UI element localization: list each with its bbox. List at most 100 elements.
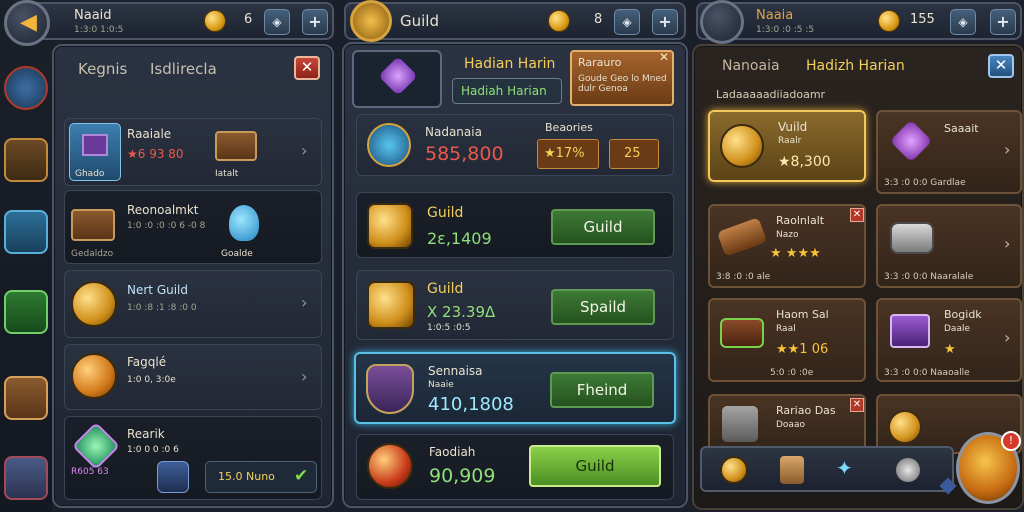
list-item[interactable]: Nert Guild 1:0 :8 :1 :8 :0 0 › xyxy=(64,270,322,338)
tab-isdlirecla[interactable]: Isdlirecla xyxy=(150,60,217,78)
player-avatar[interactable] xyxy=(700,0,744,44)
row-label: Beaories xyxy=(545,121,593,134)
bonus-badge: ★17% xyxy=(537,139,599,169)
reward-row[interactable]: Nadanaia 585,800 Beaories ★17% 25 xyxy=(356,114,674,176)
tile-subtitle: Raal xyxy=(776,324,796,334)
reward-tile[interactable]: ✕ Raolnlalt Nazo ★ ★★★ 3:8 :0 :0 ale xyxy=(708,204,866,288)
tile-subtitle: Nazo xyxy=(776,230,799,240)
reward-tile[interactable]: › 3:3 :0 0:0 Naaralale xyxy=(876,204,1022,288)
list-item[interactable]: Ghado Raaiale ★6 93 80 Iatalt › xyxy=(64,118,322,186)
spaild-button[interactable]: Spaild xyxy=(551,289,655,325)
gem-small-icon xyxy=(939,477,957,495)
chevron-right-icon[interactable]: › xyxy=(301,293,307,312)
chevron-right-icon[interactable]: › xyxy=(301,141,307,160)
banner-title: Rarauro xyxy=(578,56,622,69)
add-coins-button[interactable]: + xyxy=(302,9,328,35)
footer-value: 15.0 Nuno xyxy=(218,470,275,483)
row-value: 90,909 xyxy=(429,465,496,487)
wand-icon[interactable]: ✦ xyxy=(836,456,860,484)
gem-menu-button[interactable] xyxy=(4,210,48,254)
banner-close-button[interactable]: ✕ xyxy=(654,50,674,68)
purple-gem-icon xyxy=(889,119,933,163)
guild-emblem[interactable] xyxy=(350,0,392,42)
coin-icon xyxy=(204,10,226,32)
scroll-menu-button[interactable] xyxy=(4,376,48,420)
guild-crest-button[interactable] xyxy=(4,456,48,500)
coin-icon xyxy=(878,10,900,32)
left-topbar: ◀ Naaid 1:3:0 1:0:5 6 ◈ + xyxy=(4,0,334,46)
row-caption: 1:0:5 :0:5 xyxy=(427,323,471,333)
gem-shop-button[interactable]: ◈ xyxy=(264,9,290,35)
reward-row-selected[interactable]: Sennaisa Naaie 410,1808 Fheind xyxy=(354,352,676,424)
row-value: 585,800 xyxy=(425,143,504,165)
scroll-icon[interactable] xyxy=(780,456,804,484)
tile-stars: ★★1 06 xyxy=(776,342,829,357)
cannon-icon xyxy=(716,217,768,257)
item-title: Fagqlé xyxy=(127,355,167,369)
gem-box-icon[interactable] xyxy=(157,461,189,493)
add-coins-button[interactable]: + xyxy=(990,9,1016,35)
tile-subtitle: Doaao xyxy=(776,420,805,430)
reward-tile[interactable]: Saaait › 3:3 :0 0:0 Gardlae xyxy=(876,110,1022,194)
list-item[interactable]: Reonoalmkt 1:0 :0 :0 :0 6 -0 8 Gedaldzo … xyxy=(64,190,322,264)
tile-close-icon[interactable]: ✕ xyxy=(850,208,864,222)
close-button[interactable]: ✕ xyxy=(988,54,1014,78)
header-title: Hadian Harin xyxy=(464,56,556,72)
reward-row[interactable]: Guild 2ε,1409 Guild xyxy=(356,192,674,258)
item-caption-2: Iatalt xyxy=(215,169,239,179)
chest-menu-button[interactable] xyxy=(4,138,48,182)
shield-cross-icon xyxy=(367,123,411,167)
item-title: Raaiale xyxy=(127,127,172,141)
claim-guild-button[interactable]: Guild xyxy=(529,445,661,487)
wand-icon xyxy=(378,56,418,96)
tab-hadizh-harian[interactable]: Hadizh Harian xyxy=(806,58,905,74)
bottom-item-bar: ✦ xyxy=(700,446,957,495)
silver-coin-icon[interactable] xyxy=(896,458,920,482)
shield-button[interactable] xyxy=(4,66,48,110)
add-coins-button[interactable]: + xyxy=(652,9,678,35)
guild-medal-icon xyxy=(71,281,117,327)
potion-icon xyxy=(229,205,259,241)
main-action-button[interactable]: ! xyxy=(956,431,1021,504)
guild-button[interactable]: Guild xyxy=(551,209,655,245)
page-title: Guild xyxy=(400,12,439,30)
reward-row[interactable]: Guild X 23.39Δ 1:0:5 :0:5 Spaild xyxy=(356,270,674,340)
emerald-menu-button[interactable] xyxy=(4,290,48,334)
gem-shop-button[interactable]: ◈ xyxy=(614,9,640,35)
gem-shop-button[interactable]: ◈ xyxy=(950,9,976,35)
row-subtitle: Naaie xyxy=(428,380,454,390)
check-icon: ✔ xyxy=(294,466,309,486)
tile-close-icon[interactable]: ✕ xyxy=(850,398,864,412)
row-title: Guild xyxy=(427,205,464,221)
row-value: 410,1808 xyxy=(428,394,514,415)
tab-hadiah-harian[interactable]: Hadiah Harian xyxy=(452,78,562,104)
left-panel: Kegnis Isdlirecla ✕ Ghado Raaiale ★6 93 … xyxy=(52,44,334,508)
reward-tile[interactable]: Bogidk Daale ★ › 3:3 :0 0:0 Naaoalle xyxy=(876,298,1022,382)
reward-row[interactable]: Faodiah 90,909 Guild xyxy=(356,434,674,500)
reward-tile[interactable]: Haom Sal Raal ★★1 06 5:0 :0 :0e xyxy=(708,298,866,382)
fheind-button[interactable]: Fheind xyxy=(550,372,654,408)
hammer-icon xyxy=(722,406,758,442)
close-button[interactable]: ✕ xyxy=(294,56,320,80)
tab-nanoaia[interactable]: Nanoaia xyxy=(722,58,780,74)
chest-icon xyxy=(71,209,115,241)
right-topbar: Naaia 1:3:0 :0 :5 :5 155 ◈ + xyxy=(696,0,1022,44)
row-value: 2ε,1409 xyxy=(427,229,492,248)
chevron-right-icon[interactable]: › xyxy=(301,367,307,386)
chevron-right-icon[interactable]: › xyxy=(1004,328,1010,347)
middle-topbar: Guild 8 ◈ + xyxy=(344,0,686,42)
chevron-right-icon[interactable]: › xyxy=(1004,234,1010,253)
reward-tile-selected[interactable]: Vuild Raalr ★8,300 xyxy=(708,110,866,182)
gold-coin-icon[interactable] xyxy=(720,456,748,484)
chevron-right-icon[interactable]: › xyxy=(1004,140,1010,159)
gold-crate-icon xyxy=(367,203,413,249)
reward-tile[interactable]: ✕ Rariao Das Doaao xyxy=(708,394,866,454)
tab-kegnis[interactable]: Kegnis xyxy=(78,60,127,78)
purple-chest-icon xyxy=(890,314,930,348)
list-item[interactable]: Rearik 1:0 0 0 :0 6 R605 63 15.0 Nuno ✔ xyxy=(64,416,322,500)
row-title: Nadanaia xyxy=(425,125,482,139)
reward-icon-box[interactable] xyxy=(352,50,442,108)
list-item[interactable]: Fagqlé 1:0 0, 3:0e › xyxy=(64,344,322,410)
tile-title: Saaait xyxy=(944,122,979,135)
banner[interactable]: Rarauro Goude Geo lo Mned dulr Genoa ✕ xyxy=(570,50,674,106)
